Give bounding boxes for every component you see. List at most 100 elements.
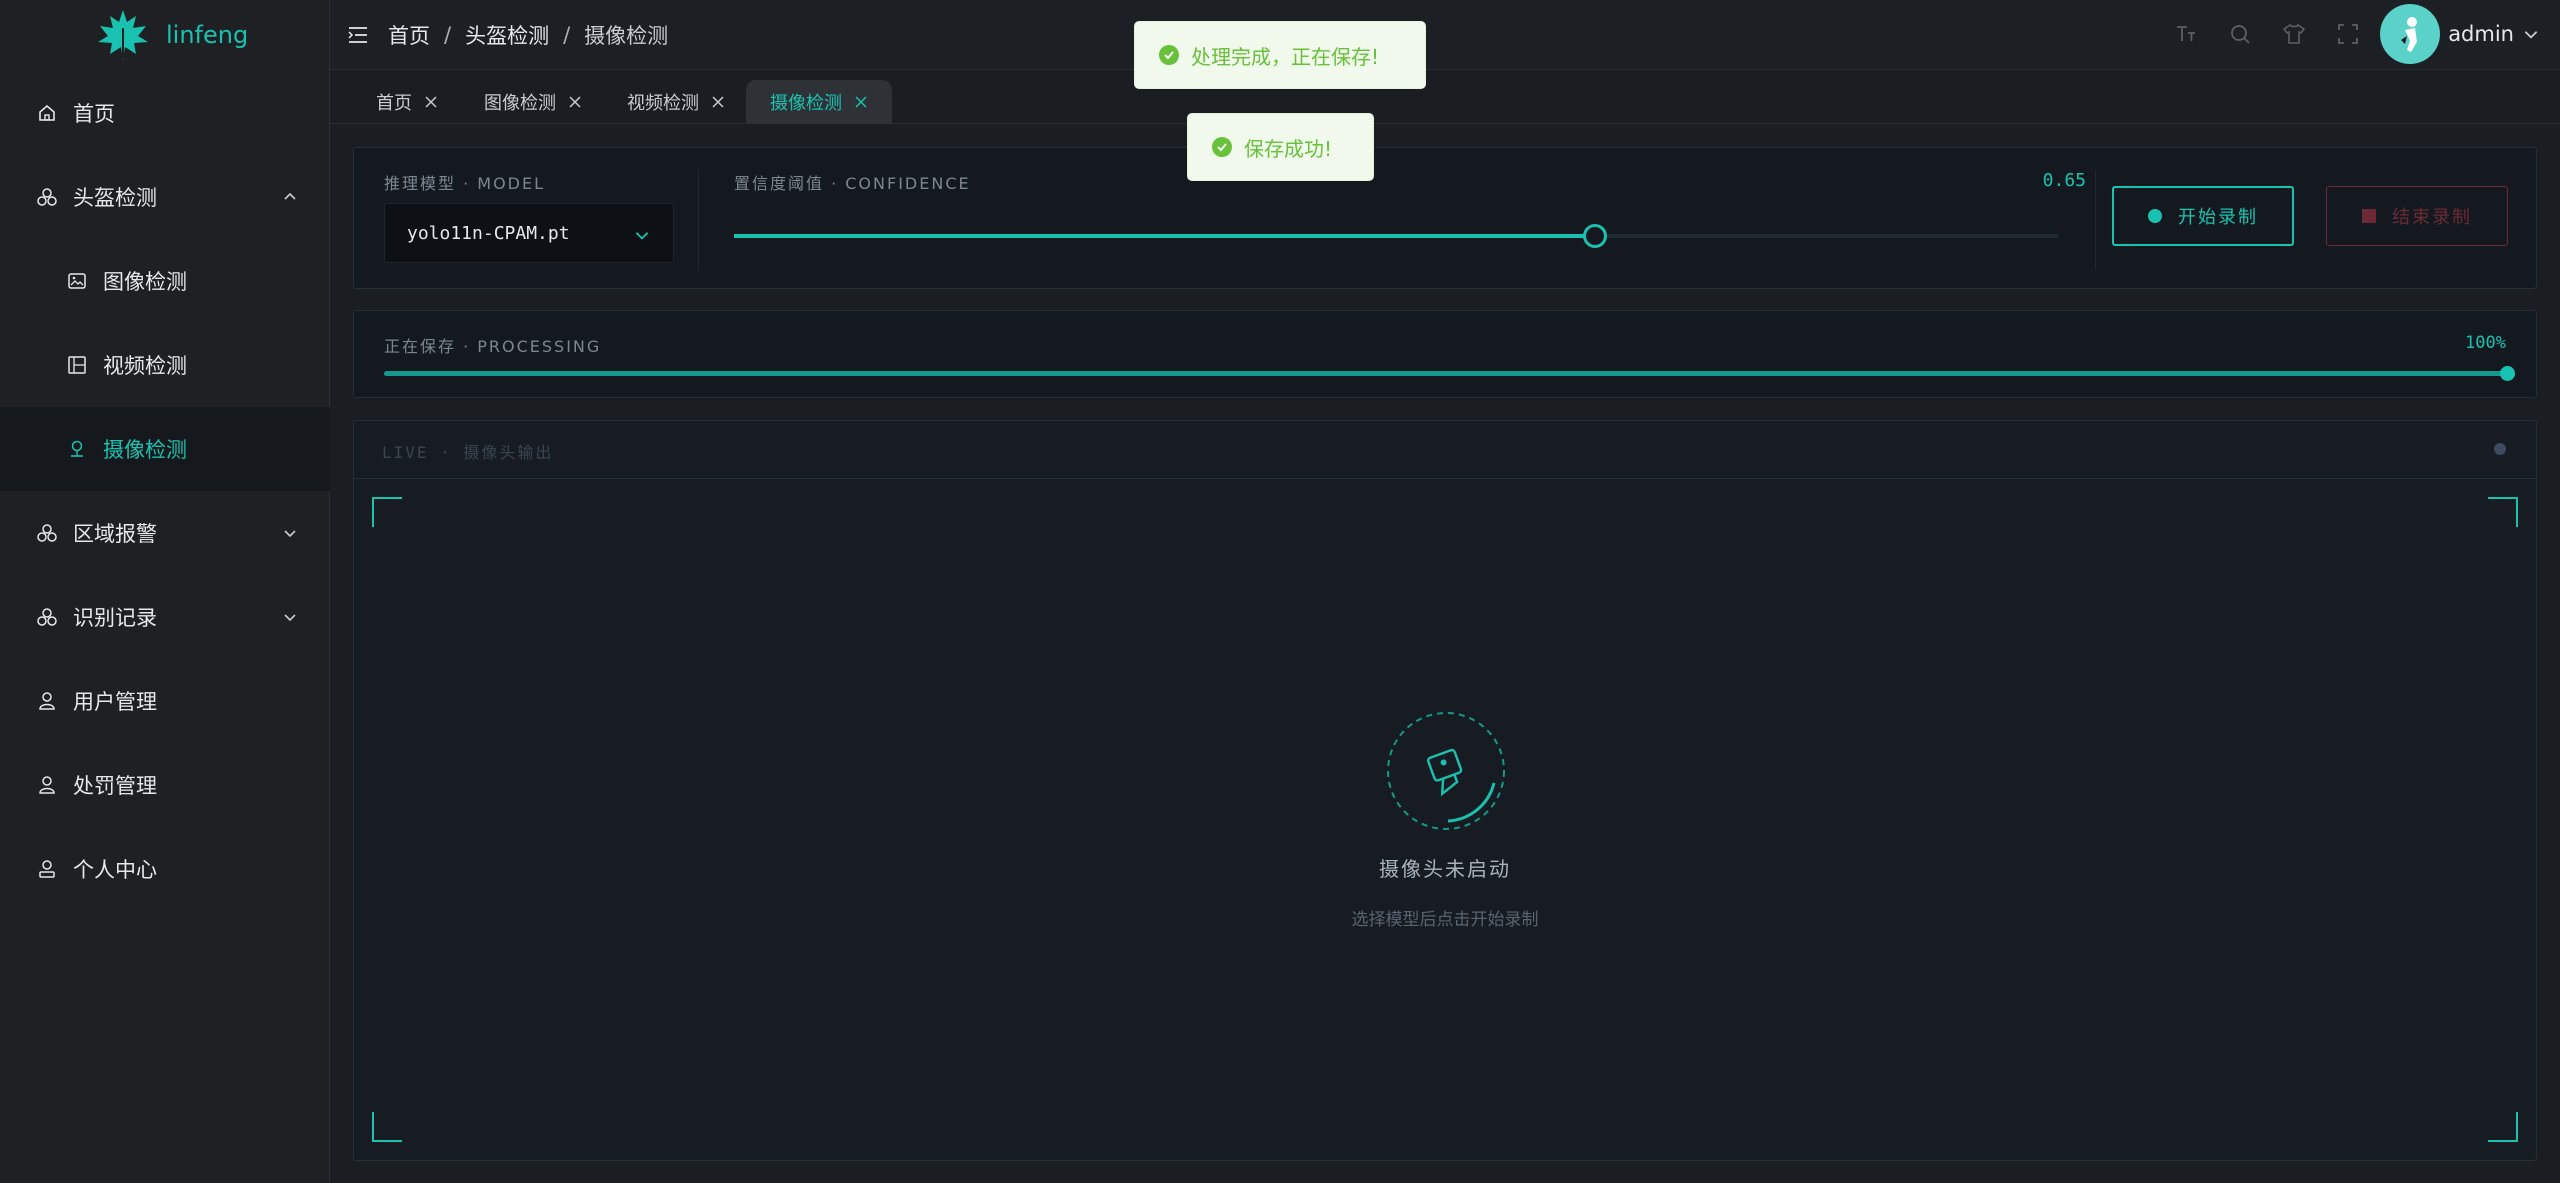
live-header: LIVE · 摄像头输出 [354,421,2536,479]
stop-recording-button[interactable]: 结束录制 [2326,186,2508,246]
chevron-down-icon [284,614,296,622]
tab-label: 摄像检测 [770,93,842,114]
camera-status-text: 摄像头未启动 [1379,857,1511,881]
close-icon[interactable] [568,95,582,109]
chevron-up-icon [284,192,296,200]
start-recording-label: 开始录制 [2178,207,2258,228]
sidebar: linfeng 首页 头盔检测 图像检测 视频检测 摄像检测 区域报警 识别记录… [0,0,330,1183]
brand-name: linfeng [166,21,249,49]
confidence-value: 0.65 [2042,170,2086,191]
top-bar: 首页 / 头盔检测 / 摄像检测 admin [330,0,2560,70]
confidence-slider-handle[interactable] [1582,224,1607,248]
sidebar-item-helmet-detection[interactable]: 头盔检测 [0,155,330,239]
divider [698,170,699,270]
success-check-icon [1159,45,1179,65]
processing-caption: 正在保存 · PROCESSING [384,337,602,356]
model-select-value: yolo11n-CPAM.pt [407,222,570,244]
camera-off-icon [1387,712,1505,830]
sidebar-item-image-detection[interactable]: 图像检测 [0,239,330,323]
breadcrumb-item-helmet[interactable]: 头盔检测 [465,20,549,50]
model-caption: 推理模型 · MODEL [384,174,546,193]
brand-logo[interactable]: linfeng [0,0,329,70]
sidebar-item-home[interactable]: 首页 [0,71,330,155]
processing-progress-fill [384,371,2508,376]
sidebar-item-area-alarm[interactable]: 区域报警 [0,491,330,575]
stop-square-icon [2362,209,2376,223]
avatar[interactable] [2380,4,2441,64]
tab-video-detection[interactable]: 视频检测 [627,80,725,124]
profile-icon [36,858,58,880]
breadcrumb: 首页 / 头盔检测 / 摄像检测 [348,0,668,70]
header-tools [2174,22,2360,46]
user-name: admin [2448,22,2514,46]
toast-processing-complete: 处理完成，正在保存! [1134,21,1426,89]
helmet-icon [36,186,58,208]
start-recording-button[interactable]: 开始录制 [2112,186,2294,246]
sidebar-item-profile[interactable]: 个人中心 [0,827,330,911]
camera-icon [66,438,88,460]
confidence-slider-fill [734,234,1595,238]
breadcrumb-item-home[interactable]: 首页 [388,20,430,50]
live-panel: LIVE · 摄像头输出 摄像头未启动 选择模型后点击开始录制 [353,420,2537,1161]
image-icon [66,270,88,292]
confidence-slider-track[interactable] [734,224,2058,248]
processing-panel: 正在保存 · PROCESSING 100% [353,310,2537,398]
fullscreen-icon[interactable] [2336,22,2360,46]
sidebar-item-label: 图像检测 [103,270,187,294]
sidebar-item-label: 区域报警 [73,522,157,546]
live-caption: LIVE · 摄像头输出 [382,443,554,462]
user-icon [36,774,58,796]
frame-corner-bottom-left [372,1112,402,1142]
theme-shirt-icon[interactable] [2282,22,2306,46]
live-status-dot [2494,443,2506,455]
breadcrumb-separator: / [444,23,452,47]
tab-image-detection[interactable]: 图像检测 [484,80,582,124]
close-icon[interactable] [854,95,868,109]
sidebar-item-video-detection[interactable]: 视频检测 [0,323,330,407]
font-size-icon[interactable] [2174,22,2198,46]
success-check-icon [1212,137,1232,157]
processing-progress-dot [2500,366,2515,381]
frame-corner-top-right [2488,497,2518,527]
sidebar-item-label: 视频检测 [103,354,187,378]
breadcrumb-separator: / [563,23,571,47]
sidebar-item-label: 头盔检测 [73,186,157,210]
sidebar-item-penalty-management[interactable]: 处罚管理 [0,743,330,827]
tab-camera-detection[interactable]: 摄像检测 [746,80,892,124]
toast-save-success: 保存成功! [1187,113,1374,181]
camera-hint-text: 选择模型后点击开始录制 [1351,910,1539,930]
divider [2095,170,2096,270]
model-select[interactable]: yolo11n-CPAM.pt [384,203,674,263]
processing-progress-track [384,366,2515,381]
toast-message: 处理完成，正在保存! [1191,44,1380,69]
records-icon [36,606,58,628]
chevron-down-icon [2524,31,2538,39]
sidebar-item-label: 个人中心 [73,858,157,882]
maple-leaf-icon [98,10,148,60]
sidebar-item-label: 识别记录 [73,606,157,630]
close-icon[interactable] [424,95,438,109]
tab-label: 图像检测 [484,93,556,114]
home-icon [36,102,58,124]
chevron-down-icon [635,232,649,240]
control-panel: 推理模型 · MODEL yolo11n-CPAM.pt 置信度阈值 · CON… [353,147,2537,289]
sidebar-item-records[interactable]: 识别记录 [0,575,330,659]
processing-percent: 100% [2465,333,2506,353]
frame-corner-bottom-right [2488,1112,2518,1142]
sidebar-item-label: 首页 [73,102,115,126]
area-alarm-icon [36,522,58,544]
sidebar-item-user-management[interactable]: 用户管理 [0,659,330,743]
sidebar-item-label: 用户管理 [73,690,157,714]
stop-recording-label: 结束录制 [2392,207,2472,228]
tab-home[interactable]: 首页 [376,80,438,124]
menu-fold-icon[interactable] [348,26,368,44]
user-menu[interactable]: admin [2380,4,2540,64]
chevron-down-icon [284,530,296,538]
search-icon[interactable] [2228,22,2252,46]
sidebar-item-camera-detection[interactable]: 摄像检测 [0,407,330,491]
avatar-figure-icon [2401,17,2418,52]
breadcrumb-item-current: 摄像检测 [584,24,669,48]
toast-message: 保存成功! [1244,136,1333,161]
sidebar-item-label: 摄像检测 [103,438,187,462]
close-icon[interactable] [711,95,725,109]
